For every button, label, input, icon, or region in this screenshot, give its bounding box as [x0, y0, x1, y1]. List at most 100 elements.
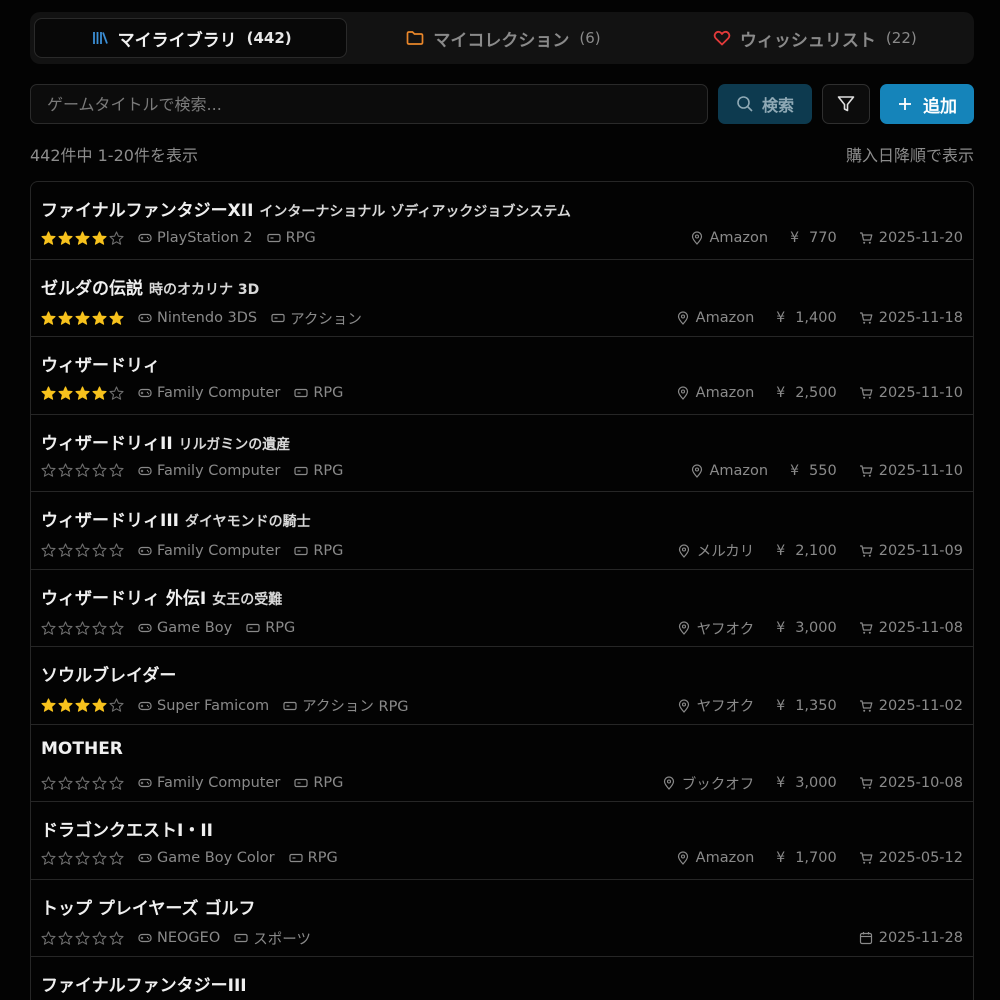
- star-empty-icon[interactable]: [109, 463, 124, 478]
- game-title: ゼルダの伝説 時のオカリナ 3D: [41, 274, 259, 299]
- yen-icon: ¥: [776, 697, 786, 714]
- gamepad-icon: [138, 701, 152, 710]
- star-empty-icon[interactable]: [58, 620, 73, 636]
- star-empty-icon[interactable]: [109, 698, 124, 713]
- game-info: PlayStation 2 RPG Amazon ¥770 2025-11-20: [41, 230, 963, 246]
- game-title: MOTHER: [41, 739, 123, 759]
- star-empty-icon[interactable]: [92, 620, 107, 636]
- star-filled-icon[interactable]: [75, 698, 90, 713]
- star-filled-icon[interactable]: [109, 310, 124, 326]
- star-empty-icon[interactable]: [92, 463, 107, 478]
- star-empty-icon[interactable]: [92, 775, 107, 791]
- yen-icon: ¥: [776, 542, 786, 559]
- rating-stars[interactable]: [41, 698, 124, 713]
- rating-stars[interactable]: [41, 775, 124, 791]
- star-filled-icon[interactable]: [41, 385, 56, 401]
- sort-order[interactable]: 購入日降順で表示: [846, 142, 974, 166]
- star-filled-icon[interactable]: [92, 310, 107, 326]
- star-filled-icon[interactable]: [75, 310, 90, 326]
- star-empty-icon[interactable]: [92, 850, 107, 866]
- game-row[interactable]: ウィザードリィ Family Computer RPG Amazon ¥2,500 202…: [31, 337, 973, 415]
- star-filled-icon[interactable]: [92, 698, 107, 713]
- star-empty-icon[interactable]: [109, 543, 124, 558]
- star-empty-icon[interactable]: [41, 775, 56, 791]
- game-title: ウィザードリィIII ダイヤモンドの騎士: [41, 506, 311, 531]
- star-empty-icon[interactable]: [109, 385, 124, 401]
- star-empty-icon[interactable]: [109, 775, 124, 791]
- star-empty-icon[interactable]: [75, 850, 90, 866]
- star-empty-icon[interactable]: [58, 850, 73, 866]
- star-filled-icon[interactable]: [75, 230, 90, 246]
- filter-button[interactable]: [822, 84, 870, 124]
- platform-label: NEOGEO: [157, 930, 221, 946]
- star-empty-icon[interactable]: [41, 620, 56, 636]
- star-empty-icon[interactable]: [92, 543, 107, 558]
- search-input[interactable]: [30, 84, 708, 124]
- game-title-text: ドラゴンクエストI・II: [41, 821, 213, 841]
- star-empty-icon[interactable]: [41, 543, 56, 558]
- game-subtitle: 女王の受難: [212, 591, 283, 608]
- search-button[interactable]: 検索: [718, 84, 812, 124]
- star-empty-icon[interactable]: [41, 930, 56, 946]
- star-empty-icon[interactable]: [41, 850, 56, 866]
- game-row[interactable]: ファイナルファンタジーIII: [31, 957, 973, 1000]
- star-filled-icon[interactable]: [41, 310, 56, 326]
- tab-my-collection[interactable]: マイコレクション (6): [347, 18, 658, 58]
- rating-stars[interactable]: [41, 930, 124, 946]
- platform: Game Boy Color: [138, 850, 275, 866]
- star-empty-icon[interactable]: [109, 850, 124, 866]
- tab-wishlist[interactable]: ウィッシュリスト (22): [659, 18, 970, 58]
- star-filled-icon[interactable]: [58, 230, 73, 246]
- star-empty-icon[interactable]: [109, 620, 124, 636]
- game-row[interactable]: MOTHER Family Computer RPG ブックオフ ¥3,000 2025-…: [31, 725, 973, 802]
- star-empty-icon[interactable]: [109, 930, 124, 946]
- game-row[interactable]: ウィザードリィIII ダイヤモンドの騎士 Family Computer RPG メルカ…: [31, 492, 973, 570]
- rating-stars[interactable]: [41, 310, 124, 326]
- date-value: 2025-11-20: [878, 230, 963, 246]
- tab-my-library[interactable]: マイライブラリ (442): [34, 18, 348, 58]
- rating-stars[interactable]: [41, 850, 124, 866]
- game-row[interactable]: ゼルダの伝説 時のオカリナ 3D Nintendo 3DS アクション Amazon ¥1…: [31, 260, 973, 337]
- star-filled-icon[interactable]: [92, 230, 107, 246]
- rating-stars[interactable]: [41, 385, 124, 401]
- star-filled-icon[interactable]: [58, 310, 73, 326]
- star-empty-icon[interactable]: [58, 463, 73, 478]
- star-empty-icon[interactable]: [75, 620, 90, 636]
- game-row[interactable]: ドラゴンクエストI・II Game Boy Color RPG Amazon ¥1,70…: [31, 802, 973, 880]
- star-empty-icon[interactable]: [58, 775, 73, 791]
- rating-stars[interactable]: [41, 463, 124, 478]
- rating-stars[interactable]: [41, 230, 124, 246]
- star-filled-icon[interactable]: [41, 698, 56, 713]
- rating-stars[interactable]: [41, 543, 124, 558]
- genre-label: RPG: [313, 775, 344, 791]
- game-row[interactable]: ウィザードリィII リルガミンの遺産 Family Computer RPG Amazo…: [31, 415, 973, 492]
- star-empty-icon[interactable]: [41, 463, 56, 478]
- star-empty-icon[interactable]: [75, 930, 90, 946]
- star-empty-icon[interactable]: [75, 543, 90, 558]
- cart-icon: [859, 622, 873, 634]
- star-empty-icon[interactable]: [58, 543, 73, 558]
- star-empty-icon[interactable]: [58, 930, 73, 946]
- star-filled-icon[interactable]: [92, 385, 107, 401]
- star-empty-icon[interactable]: [75, 463, 90, 478]
- star-empty-icon[interactable]: [109, 230, 124, 246]
- folder-icon: [407, 31, 424, 45]
- rating-stars[interactable]: [41, 620, 124, 636]
- gamepad-icon: [138, 778, 152, 788]
- star-filled-icon[interactable]: [41, 230, 56, 246]
- star-filled-icon[interactable]: [75, 385, 90, 401]
- gamepad-icon: [138, 313, 152, 323]
- star-filled-icon[interactable]: [58, 385, 73, 401]
- genre-tag-icon: [294, 466, 308, 475]
- store-label: Amazon: [695, 850, 755, 866]
- star-filled-icon[interactable]: [58, 698, 73, 713]
- game-row[interactable]: ソウルブレイダー Super Famicom アクション RPG ヤフオク ¥1,350…: [31, 647, 973, 725]
- star-empty-icon[interactable]: [92, 930, 107, 946]
- add-game-button[interactable]: 追加: [880, 84, 974, 124]
- star-empty-icon[interactable]: [75, 775, 90, 791]
- game-row[interactable]: トップ プレイヤーズ ゴルフ NEOGEO スポーツ 2025-11-28: [31, 880, 973, 957]
- game-row[interactable]: ウィザードリィ 外伝I 女王の受難 Game Boy RPG ヤフオク ¥3,000 202…: [31, 570, 973, 647]
- game-row[interactable]: ファイナルファンタジーXII インターナショナル ゾディアックジョブシステム Pla…: [31, 182, 973, 260]
- filter-icon: [837, 96, 855, 112]
- platform-label: Nintendo 3DS: [157, 310, 258, 326]
